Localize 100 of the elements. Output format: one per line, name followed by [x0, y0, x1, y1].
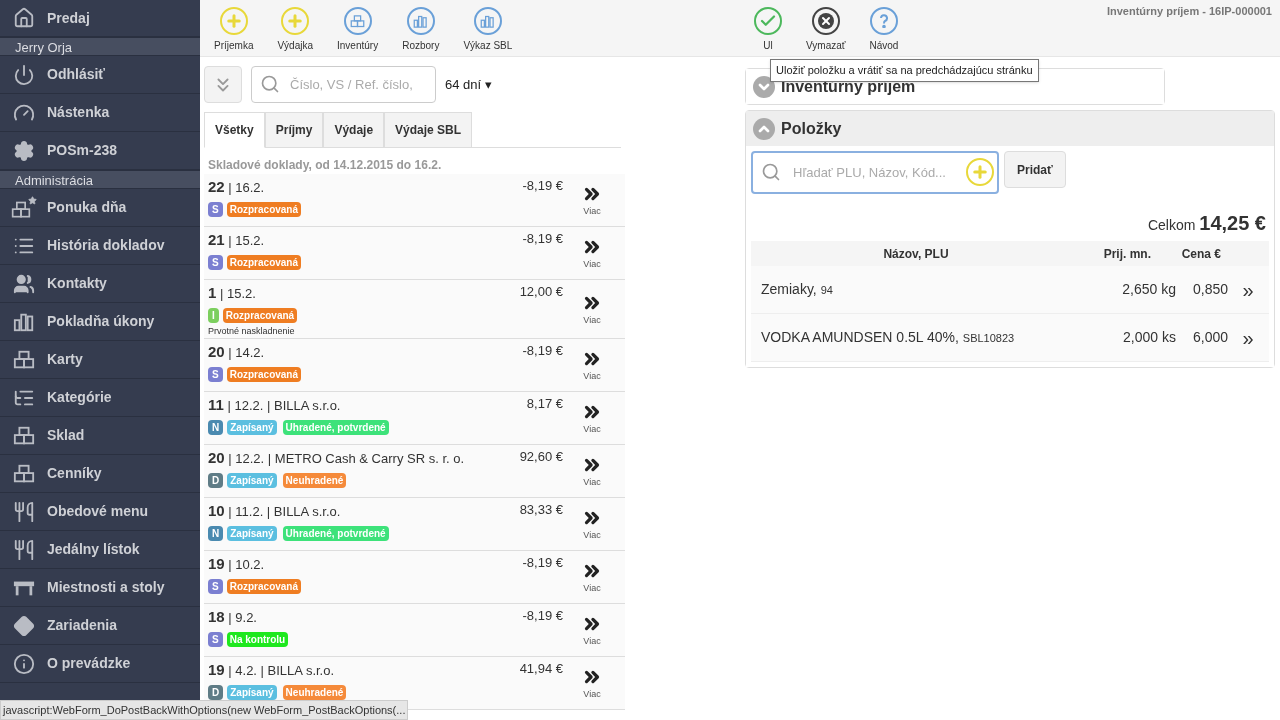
document-amount: -8,19 € [522, 554, 563, 572]
toolbar-button[interactable]: Výkaz SBL [451, 0, 525, 56]
status-badge: Neuhradené [282, 684, 347, 700]
document-row[interactable]: 21 | 15.2. -8,19 € S Rozpracovaná Viac [204, 227, 625, 280]
sidebar-item[interactable]: Karty [0, 341, 200, 379]
sidebar-item[interactable]: Pokladňa úkony [0, 303, 200, 341]
sidebar-item[interactable]: Odhlásiť [0, 56, 200, 94]
sidebar-item[interactable]: História dokladov [0, 227, 200, 265]
more-button[interactable]: Viac [563, 447, 621, 497]
item-search-field[interactable]: Hľadať PLU, Názov, Kód... [751, 151, 999, 194]
column-header: Cena € [1180, 245, 1221, 263]
more-button[interactable]: » [1228, 327, 1268, 348]
item-row[interactable]: Zemiaky, 94 2,650 kg 0,850 » [751, 266, 1269, 314]
document-amount: -8,19 € [522, 177, 563, 195]
info-icon [13, 652, 35, 675]
sidebar-item[interactable]: Miestnosti a stoly [0, 569, 200, 607]
document-title: 21 | 15.2. [208, 230, 265, 250]
tab[interactable]: Príjmy [264, 112, 324, 148]
more-button[interactable]: Viac [563, 176, 621, 226]
type-badge: I [208, 307, 219, 323]
power-icon [13, 63, 35, 86]
item-row[interactable]: VODKA AMUNDSEN 0.5L 40%, SBL10823 2,000 ks 6,000 » [751, 314, 1269, 362]
status-badge: Uhradené, potvrdené [282, 525, 389, 541]
sidebar-item[interactable]: Zariadenia [0, 607, 200, 645]
sidebar-item[interactable]: Ponuka dňa [0, 189, 200, 227]
period-dropdown[interactable]: 64 dní ▾ [445, 74, 492, 95]
status-badge: Neuhradené [282, 472, 347, 488]
delete-icon [811, 7, 840, 35]
document-row[interactable]: 20 | 12.2. | METRO Cash & Carry SR s. r. o. 92,60 € D Zapísaný Neuhradené Viac [204, 445, 625, 498]
more-button[interactable]: Viac [563, 341, 621, 391]
document-title: 10 | 11.2. | BILLA s.r.o. [208, 501, 341, 521]
document-row[interactable]: 10 | 11.2. | BILLA s.r.o. 83,33 € N Zapísaný Uhradené, potvrdené Viac [204, 498, 625, 551]
plus-icon [281, 7, 310, 35]
document-row[interactable]: 20 | 14.2. -8,19 € S Rozpracovaná Viac [204, 339, 625, 392]
more-button[interactable]: Viac [563, 282, 621, 338]
sidebar-item[interactable]: Sklad [0, 417, 200, 455]
document-row[interactable]: 18 | 9.2. -8,19 € S Na kontrolu Viac [204, 604, 625, 657]
status-badge: Zapísaný [227, 419, 277, 435]
more-button[interactable]: Viac [563, 229, 621, 279]
document-row[interactable]: 19 | 10.2. -8,19 € S Rozpracovaná Viac [204, 551, 625, 604]
document-row[interactable]: 11 | 12.2. | BILLA s.r.o. 8,17 € N Zapísaný Uhradené, potvrdené Viac [204, 392, 625, 445]
document-row[interactable]: 22 | 16.2. -8,19 € S Rozpracovaná Viac [204, 174, 625, 227]
column-header: Prij. mn. [1102, 245, 1151, 263]
document-title: 22 | 16.2. [208, 177, 265, 197]
collapse-button[interactable] [204, 66, 242, 103]
document-row[interactable]: 1 | 15.2. 12,00 € I Rozpracovaná Prvotné naskladnenie Viac [204, 280, 625, 339]
panel-header[interactable]: Položky [746, 111, 1274, 146]
toolbar-button[interactable]: Vymazať [794, 0, 858, 56]
add-button[interactable]: Pridať [1004, 151, 1066, 188]
boxes-icon [13, 462, 35, 485]
sidebar-item[interactable]: Cenníky [0, 455, 200, 493]
type-badge: N [208, 419, 224, 435]
status-badge: Rozpracovaná [226, 366, 302, 382]
sidebar-item[interactable]: Nástenka [0, 94, 200, 132]
boxes-icon [13, 424, 35, 447]
more-button[interactable]: » [1228, 279, 1268, 300]
page-title: Inventúrny príjem - 16IP-000001 [1106, 4, 1272, 19]
more-button[interactable]: Viac [563, 606, 621, 656]
sidebar-section: Administrácia [0, 170, 200, 189]
sidebar-item[interactable]: Jedálny lístok [0, 531, 200, 569]
more-button[interactable]: Viac [563, 659, 621, 709]
document-title: 20 | 12.2. | METRO Cash & Carry SR s. r. o. [208, 448, 465, 468]
status-badge: Zapísaný [227, 525, 277, 541]
utensils-icon [13, 538, 35, 561]
total: Celkom 14,25 € [1146, 211, 1267, 236]
more-button[interactable]: Viac [563, 553, 621, 603]
type-badge: S [208, 254, 223, 270]
search-field[interactable]: Číslo, VS / Ref. číslo, [251, 66, 436, 103]
item-price: 6,000 [1191, 328, 1228, 347]
type-badge: D [208, 472, 224, 488]
status-badge: Rozpracovaná [226, 254, 302, 270]
help-icon [869, 7, 898, 35]
diamond-icon [13, 614, 35, 637]
more-button[interactable]: Viac [563, 500, 621, 550]
type-badge: S [208, 366, 223, 382]
toolbar-button[interactable]: Príjemka [202, 0, 266, 56]
sidebar-item[interactable]: Obedové menu [0, 493, 200, 531]
tab[interactable]: Výdaje SBL [384, 112, 473, 148]
expand-icon [753, 75, 775, 98]
link-status-tooltip: javascript:WebForm_DoPostBackWithOptions(new WebForm_PostBackOptions(... [0, 700, 409, 720]
toolbar-button[interactable]: Inventúry [325, 0, 391, 56]
sidebar-item[interactable]: O prevádzke [0, 645, 200, 683]
type-badge: D [208, 684, 224, 700]
toolbar-button[interactable]: Rozbory [390, 0, 452, 56]
sidebar-item[interactable]: Kategórie [0, 379, 200, 417]
document-title: 18 | 9.2. [208, 607, 257, 627]
toolbar-button[interactable]: Ul [742, 0, 794, 56]
toolbar-button[interactable]: Návod [857, 0, 911, 56]
check-icon [754, 7, 782, 35]
sidebar-item[interactable]: Kontakty [0, 265, 200, 303]
plus-icon [219, 7, 248, 35]
toolbar-button[interactable]: Výdajka [265, 0, 326, 56]
tab[interactable]: Všetky [204, 112, 265, 148]
type-badge: S [208, 631, 223, 647]
settings-icon [13, 139, 35, 162]
document-amount: 92,60 € [519, 448, 563, 466]
status-badge: Na kontrolu [226, 631, 289, 647]
tab[interactable]: Výdaje [323, 112, 385, 148]
document-amount: 12,00 € [519, 283, 563, 301]
more-button[interactable]: Viac [563, 394, 621, 444]
